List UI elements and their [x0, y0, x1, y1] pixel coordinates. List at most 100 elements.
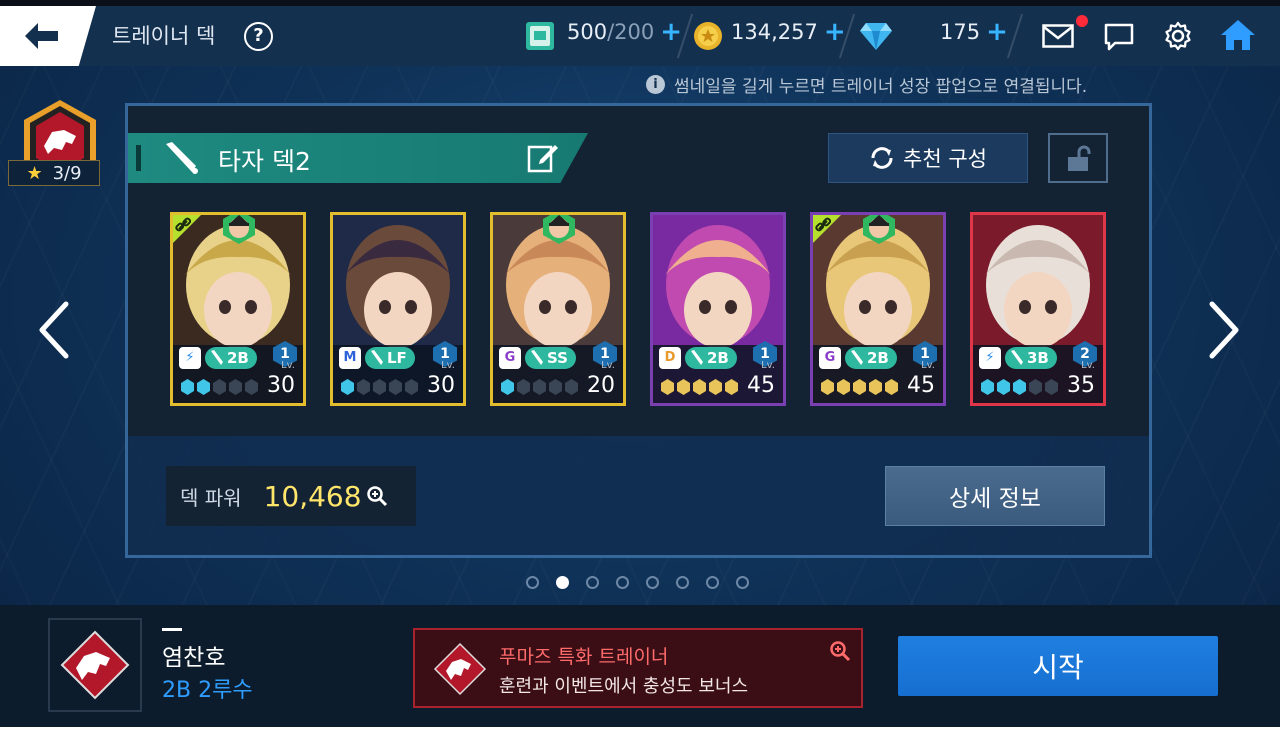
card-position-row: G 2B [819, 347, 897, 369]
empty-gem-icon [373, 379, 386, 395]
trainer-card[interactable]: M LF 1 Lv. 30 [330, 212, 466, 406]
coach-icon [541, 215, 577, 245]
empty-gem-icon [229, 379, 242, 395]
card-position-row: D 2B [659, 347, 737, 369]
card-upgrade-gems [341, 379, 421, 395]
star-count: 3/9 [52, 162, 82, 184]
team-logo-icon [433, 642, 487, 696]
ticket-max: /200 [607, 20, 655, 44]
empty-gem-icon [357, 379, 370, 395]
card-level-value: 45 [907, 373, 935, 398]
chat-icon[interactable] [1103, 22, 1135, 52]
pager-dot[interactable] [616, 576, 629, 589]
bat-icon [531, 350, 543, 365]
unlock-icon [1068, 145, 1091, 171]
empty-gem-icon [213, 379, 226, 395]
empty-gem-icon [565, 379, 578, 395]
player-thumbnail[interactable] [48, 618, 142, 712]
trainer-card[interactable]: G SS 1 Lv. 20 [490, 212, 626, 406]
filled-gem-icon [997, 379, 1010, 395]
card-level-label: Lv. [441, 360, 455, 371]
card-level-value: 20 [587, 373, 615, 398]
deck-pager [526, 576, 766, 589]
prev-deck-arrow-icon[interactable] [36, 300, 72, 360]
back-arrow-icon [25, 23, 58, 49]
card-type-badge: ⚡ [979, 347, 1001, 369]
pager-dot[interactable] [586, 576, 599, 589]
start-label: 시작 [1032, 651, 1084, 684]
home-icon[interactable] [1219, 18, 1257, 52]
star-icon: ★ [26, 162, 43, 184]
help-icon[interactable]: ? [244, 22, 273, 51]
trainer-card[interactable]: G 2B 1 Lv. 45 [810, 212, 946, 406]
edit-icon[interactable] [526, 140, 560, 174]
mail-icon[interactable] [1042, 24, 1074, 48]
ticket-value: 500 [567, 20, 608, 44]
gem-value: 175 [940, 20, 981, 44]
card-position-badge: LF [365, 347, 415, 369]
card-level-label: Lv. [761, 360, 775, 371]
pager-dot[interactable] [676, 576, 689, 589]
card-level-label: Lv. [921, 360, 935, 371]
pager-dot[interactable] [646, 576, 659, 589]
bat-icon [371, 350, 383, 365]
bat-icon [166, 142, 198, 174]
bat-icon [851, 350, 863, 365]
bottom-strip [0, 727, 1280, 731]
coin-add-button[interactable]: + [824, 19, 846, 45]
card-position-badge: 2B [205, 347, 257, 369]
gear-icon[interactable] [1163, 21, 1193, 51]
card-position-row: ⚡ 2B [179, 347, 257, 369]
filled-gem-icon [677, 379, 690, 395]
hint-label: 썸네일을 길게 누르면 트레이너 성장 팝업으로 연결됩니다. [674, 77, 1088, 97]
coach-icon [861, 215, 897, 245]
filled-gem-icon [341, 379, 354, 395]
deck-power-box[interactable]: 덱 파워 10,468 [166, 466, 416, 526]
specialty-trainer-box[interactable]: 푸마즈 특화 트레이너 훈련과 이벤트에서 충성도 보너스 [413, 628, 863, 708]
notification-dot [1076, 15, 1088, 27]
card-position-badge: SS [525, 347, 576, 369]
lock-button[interactable] [1048, 133, 1108, 183]
coin-value: 134,257 [731, 20, 818, 44]
trainer-card[interactable]: ⚡ 3B 2 Lv. 35 [970, 212, 1106, 406]
pager-dot[interactable] [526, 576, 539, 589]
start-button[interactable]: 시작 [898, 636, 1218, 696]
filled-gem-icon [853, 379, 866, 395]
trainer-stars: ★ 3/9 [8, 160, 100, 186]
hint-text: i 썸네일을 길게 누르면 트레이너 성장 팝업으로 연결됩니다. [646, 72, 1087, 97]
filled-gem-icon [709, 379, 722, 395]
gem-add-button[interactable]: + [986, 19, 1008, 45]
filled-gem-icon [981, 379, 994, 395]
recommend-button[interactable]: 추천 구성 [828, 133, 1028, 183]
pager-dot[interactable] [736, 576, 749, 589]
card-upgrade-gems [661, 379, 741, 395]
bat-icon [1011, 350, 1023, 365]
refresh-icon [871, 147, 893, 169]
team-logo-icon [60, 630, 130, 700]
deck-name: 타자 덱2 [218, 147, 311, 176]
card-position-label: LF [387, 349, 407, 367]
coach-icon [221, 215, 257, 245]
card-type-badge: ⚡ [179, 347, 201, 369]
bat-icon [691, 350, 703, 365]
card-position-label: 3B [1027, 349, 1049, 367]
card-level-value: 35 [1067, 373, 1095, 398]
deck-power-label: 덱 파워 [180, 485, 242, 510]
trainer-card[interactable]: D 2B 1 Lv. 45 [650, 212, 786, 406]
pager-dot[interactable] [556, 576, 569, 589]
zoom-icon [830, 641, 851, 662]
pager-dot[interactable] [706, 576, 719, 589]
filled-gem-icon [181, 379, 194, 395]
filled-gem-icon [197, 379, 210, 395]
filled-gem-icon [837, 379, 850, 395]
deck-power-value: 10,468 [263, 479, 362, 513]
filled-gem-icon [661, 379, 674, 395]
trainer-card[interactable]: ⚡ 2B 1 Lv. 30 [170, 212, 306, 406]
specialty-title: 푸마즈 특화 트레이너 [499, 646, 669, 668]
card-level-value: 30 [267, 373, 295, 398]
detail-info-button[interactable]: 상세 정보 [885, 466, 1105, 526]
card-position-label: 2B [867, 349, 889, 367]
next-deck-arrow-icon[interactable] [1206, 300, 1242, 360]
card-position-badge: 2B [845, 347, 897, 369]
ticket-add-button[interactable]: + [660, 19, 682, 45]
